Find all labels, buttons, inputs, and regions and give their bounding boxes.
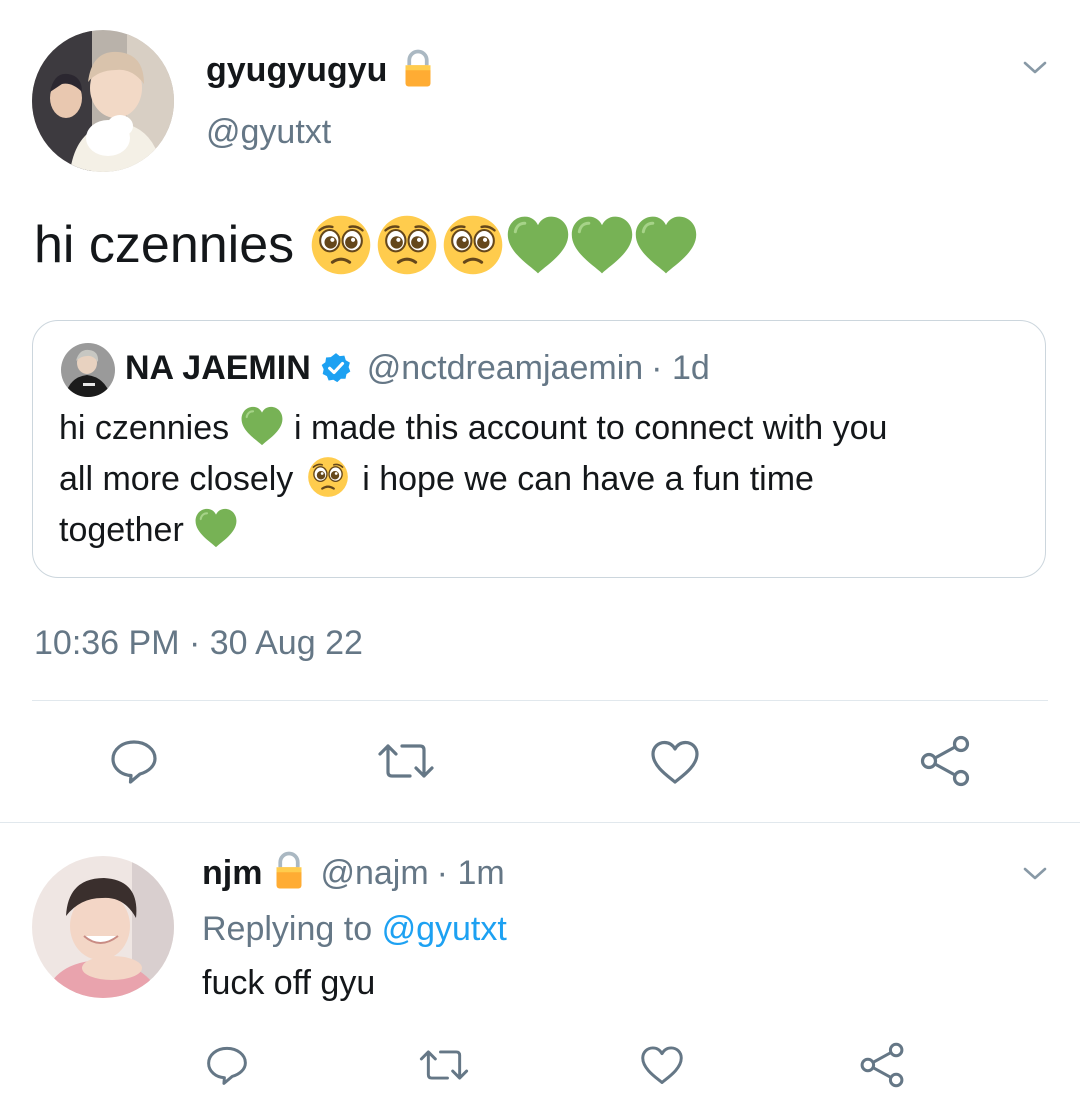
quoted-text: hi czennies i made this account to conne…: [59, 403, 887, 556]
share-icon: [920, 735, 970, 787]
green-heart-icon: [239, 403, 285, 449]
retweet-button[interactable]: [374, 735, 438, 787]
quoted-text-segment: i hope we can have a fun time: [362, 460, 814, 498]
reply-button[interactable]: [108, 735, 160, 787]
like-button[interactable]: [638, 1042, 686, 1088]
lock-icon: [403, 49, 433, 89]
pleading-face-icon: [307, 456, 349, 498]
quoted-handle[interactable]: @nctdreamjaemin: [367, 347, 643, 389]
reply-icon: [207, 1046, 247, 1085]
green-heart-icon: [632, 211, 700, 279]
main-tweet-text-content: hi czennies: [34, 216, 295, 274]
replying-to: Replying to @gyutxt: [202, 908, 507, 950]
lock-icon: [274, 851, 304, 891]
share-button[interactable]: [858, 1040, 906, 1090]
green-heart-icon: [568, 211, 636, 279]
quoted-avatar[interactable]: [61, 343, 115, 397]
chevron-down-icon[interactable]: [1020, 864, 1050, 884]
quoted-text-segment: together: [59, 511, 184, 549]
quoted-text-segment: all more closely: [59, 460, 294, 498]
share-button[interactable]: [918, 733, 972, 789]
quoted-text-line: hi czennies i made this account to conne…: [59, 403, 887, 454]
reply-display-name[interactable]: njm: [202, 852, 262, 894]
green-heart-icon: [504, 211, 572, 279]
reply-handle[interactable]: @najm: [320, 852, 428, 894]
main-display-name[interactable]: gyugyugyu: [206, 50, 433, 90]
profile-photo-icon: [32, 856, 174, 998]
share-icon: [860, 1042, 904, 1088]
profile-photo-icon: [32, 30, 174, 172]
main-avatar[interactable]: [32, 30, 174, 172]
section-divider: [0, 822, 1080, 823]
retweet-icon: [378, 744, 434, 778]
main-tweet-text: hi czennies: [34, 212, 700, 278]
pleading-face-icon: [442, 214, 504, 276]
reply-button[interactable]: [204, 1042, 250, 1088]
quoted-text-line: together: [59, 505, 887, 556]
green-heart-icon: [193, 505, 239, 551]
like-icon: [651, 740, 699, 784]
quoted-display-name[interactable]: NA JAEMIN: [125, 347, 311, 389]
profile-photo-icon: [61, 343, 115, 397]
verified-badge-icon: [321, 353, 351, 383]
pleading-face-icon: [376, 214, 438, 276]
reply-tweet-text: fuck off gyu: [202, 964, 376, 1002]
like-icon: [641, 1046, 683, 1084]
main-display-name-text: gyugyugyu: [206, 51, 388, 89]
divider: [32, 700, 1048, 701]
replying-to-label: Replying to: [202, 910, 373, 948]
replying-to-link[interactable]: @gyutxt: [382, 910, 507, 948]
quoted-text-line: all more closely i hope we can have a fu…: [59, 454, 887, 505]
main-handle[interactable]: @gyutxt: [206, 112, 331, 152]
quoted-age: · 1d: [651, 349, 710, 387]
reply-header: njm @najm · 1m: [202, 852, 505, 894]
reply-age: · 1m: [436, 854, 505, 892]
like-button[interactable]: [648, 735, 702, 789]
quoted-tweet-card[interactable]: NA JAEMIN @nctdreamjaemin · 1d hi czenni…: [32, 320, 1046, 578]
quoted-text-segment: i made this account to connect with you: [294, 409, 888, 447]
reply-icon: [111, 740, 157, 784]
quoted-text-segment: hi czennies: [59, 409, 230, 447]
chevron-down-icon[interactable]: [1020, 58, 1050, 78]
main-timestamp[interactable]: 10:36 PM · 30 Aug 22: [34, 622, 363, 664]
retweet-icon: [419, 1050, 469, 1080]
retweet-button[interactable]: [416, 1042, 472, 1088]
pleading-face-icon: [310, 214, 372, 276]
quoted-header: NA JAEMIN @nctdreamjaemin · 1d: [125, 347, 710, 389]
reply-avatar[interactable]: [32, 856, 174, 998]
